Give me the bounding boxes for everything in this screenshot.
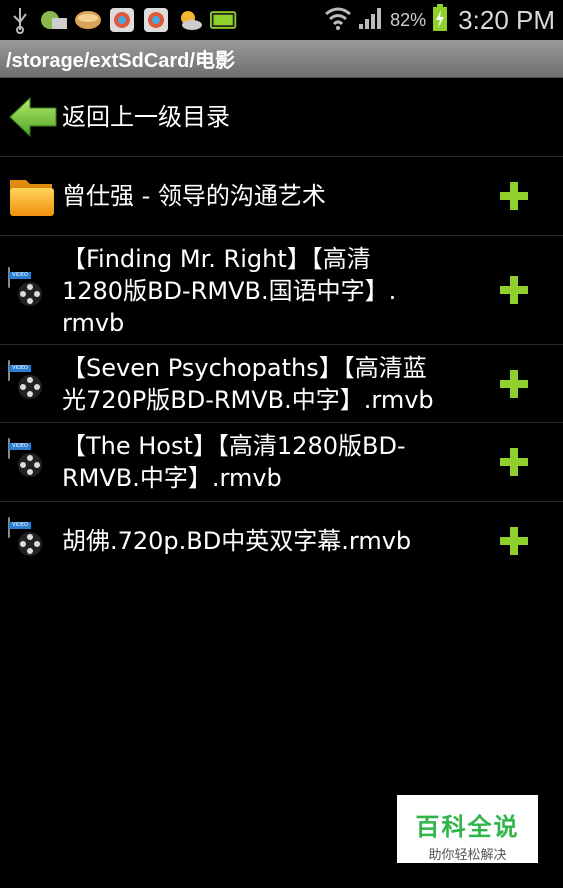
weather-icon bbox=[176, 6, 204, 34]
item-name: 【Finding Mr. Right】【高清 1280版BD-RMVB.国语中字… bbox=[62, 245, 397, 337]
path-bar: /storage/extSdCard/电影 bbox=[0, 40, 563, 78]
video-file-icon: VIDEO bbox=[8, 360, 42, 399]
current-path: /storage/extSdCard/电影 bbox=[6, 50, 235, 72]
food-icon bbox=[74, 6, 102, 34]
add-icon[interactable] bbox=[500, 527, 528, 555]
item-name: 曾仕强 - 领导的沟通艺术 bbox=[62, 182, 326, 210]
item-name: 胡佛.720p.BD中英双字幕.rmvb bbox=[62, 527, 412, 555]
clock: 3:20 PM bbox=[458, 4, 555, 35]
add-icon[interactable] bbox=[500, 182, 528, 210]
video-file-icon: VIDEO bbox=[8, 267, 42, 306]
list-item[interactable]: VIDEO 【The Host】【高清1280版BD- RMVB.中字】.rmv… bbox=[0, 423, 563, 502]
watermark-title: 百科全说 bbox=[415, 814, 520, 841]
back-label: 返回上一级目录 bbox=[62, 103, 230, 131]
message-icon bbox=[40, 6, 68, 34]
list-item[interactable]: VIDEO 【Finding Mr. Right】【高清 1280版BD-RMV… bbox=[0, 236, 563, 345]
video-file-icon: VIDEO bbox=[8, 517, 42, 556]
add-icon[interactable] bbox=[500, 276, 528, 304]
system-status: 82% 3:20 PM bbox=[324, 0, 555, 40]
list-item[interactable]: VIDEO 【Seven Psychopaths】【高清蓝 光720P版BD-R… bbox=[0, 345, 563, 423]
notification-icons bbox=[6, 4, 238, 36]
file-list: 返回上一级目录 曾仕强 - 领导的沟通艺术 VIDEO 【Finding Mr.… bbox=[0, 78, 563, 581]
list-item[interactable]: 曾仕强 - 领导的沟通艺术 bbox=[0, 157, 563, 236]
watermark-subtitle: 助你轻松解决 bbox=[428, 848, 507, 863]
add-icon[interactable] bbox=[500, 370, 528, 398]
watermark-logo: 百科全说 助你轻松解决 bbox=[397, 795, 538, 863]
back-row[interactable]: 返回上一级目录 bbox=[0, 78, 563, 157]
back-arrow-icon bbox=[8, 96, 58, 142]
app-store-icon bbox=[108, 6, 136, 34]
battery-charging-icon bbox=[432, 4, 448, 36]
list-item[interactable]: VIDEO 胡佛.720p.BD中英双字幕.rmvb bbox=[0, 502, 563, 581]
app-store-icon-2 bbox=[142, 6, 170, 34]
status-bar: 82% 3:20 PM bbox=[0, 0, 563, 40]
battery-app-icon bbox=[210, 6, 238, 34]
video-file-icon: VIDEO bbox=[8, 438, 42, 477]
add-icon[interactable] bbox=[500, 448, 528, 476]
item-name: 【The Host】【高清1280版BD- RMVB.中字】.rmvb bbox=[62, 432, 406, 492]
signal-icon bbox=[358, 6, 384, 34]
usb-icon bbox=[6, 6, 34, 34]
item-name: 【Seven Psychopaths】【高清蓝 光720P版BD-RMVB.中字… bbox=[62, 354, 434, 414]
wifi-icon bbox=[324, 6, 352, 34]
folder-icon bbox=[8, 174, 56, 222]
battery-percent: 82% bbox=[390, 9, 427, 30]
